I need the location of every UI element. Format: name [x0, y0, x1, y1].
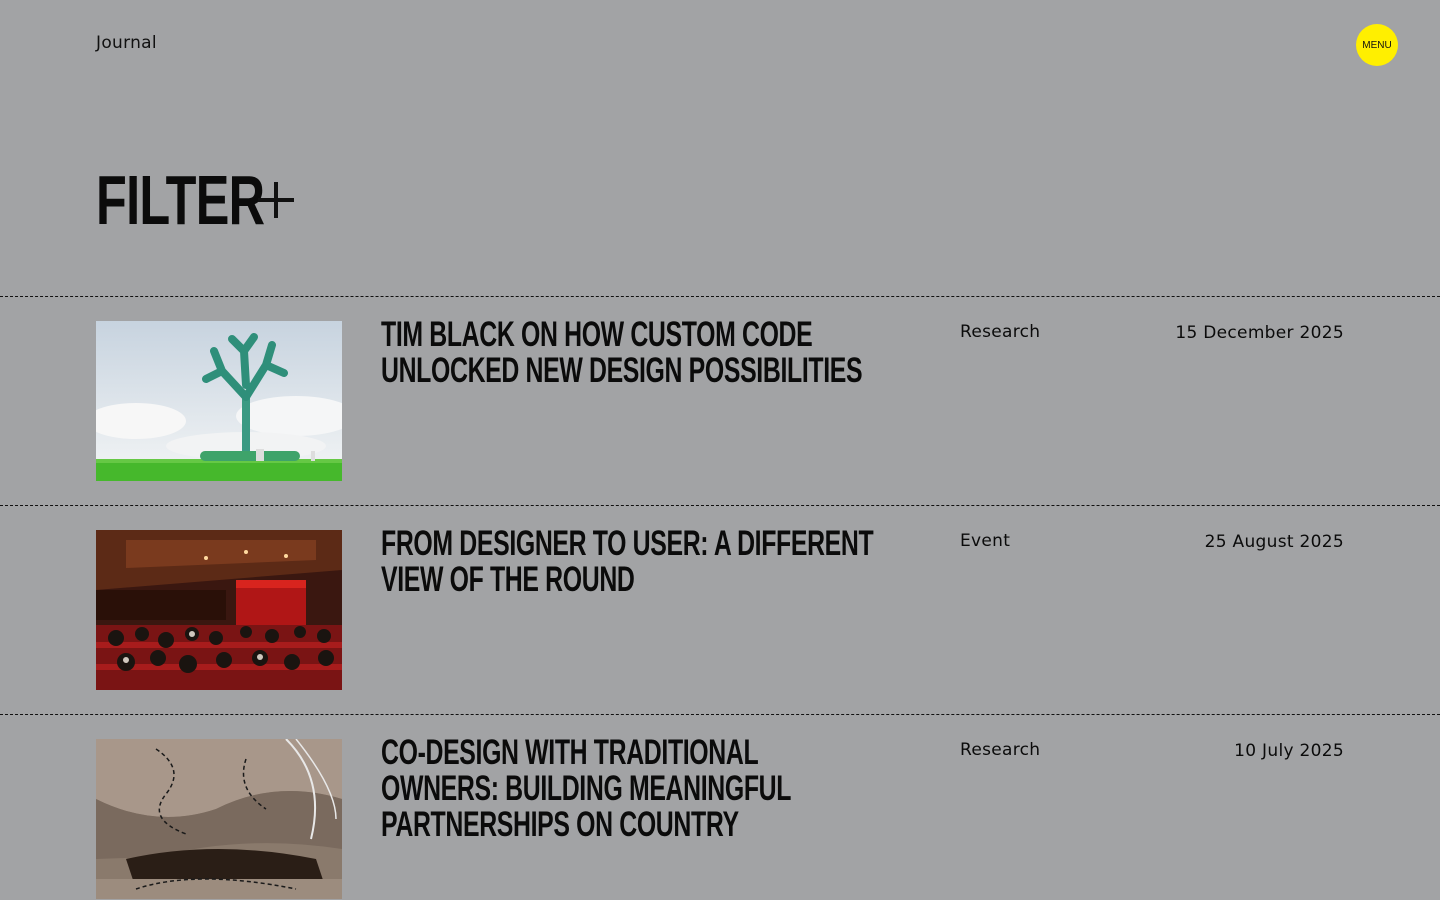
entry-category: Research: [960, 322, 1041, 342]
entry-category: Event: [960, 531, 1011, 551]
journal-list: Tim Black on how custom code unlocked ne…: [0, 296, 1440, 900]
entry-date: 10 July 2025: [1234, 741, 1344, 761]
entry-title[interactable]: From designer to user: a different view …: [381, 526, 878, 598]
entry-date: 25 August 2025: [1204, 532, 1344, 552]
plus-icon: [258, 182, 294, 218]
entry-category: Research: [960, 740, 1041, 760]
entry-title[interactable]: Tim Black on how custom code unlocked ne…: [381, 317, 878, 389]
theatre-audience-image[interactable]: [96, 530, 342, 690]
menu-button[interactable]: MENU: [1356, 24, 1398, 66]
journal-entry[interactable]: Tim Black on how custom code unlocked ne…: [0, 296, 1440, 505]
journal-entry[interactable]: Co-design with Traditional Owners: build…: [0, 714, 1440, 900]
rock-formation-image[interactable]: [96, 739, 342, 899]
site-title[interactable]: Journal: [96, 33, 157, 53]
filter-toggle[interactable]: FILTER: [96, 162, 294, 238]
entry-date: 15 December 2025: [1175, 323, 1344, 343]
tree-sculpture-image[interactable]: [96, 321, 342, 481]
journal-entry[interactable]: From designer to user: a different view …: [0, 505, 1440, 714]
journal-page: Journal MENU FILTER TIM BLACK ON HOW CUS…: [0, 0, 1440, 900]
filter-label: FILTER: [96, 161, 265, 239]
entry-title[interactable]: Co-design with Traditional Owners: build…: [381, 735, 878, 843]
